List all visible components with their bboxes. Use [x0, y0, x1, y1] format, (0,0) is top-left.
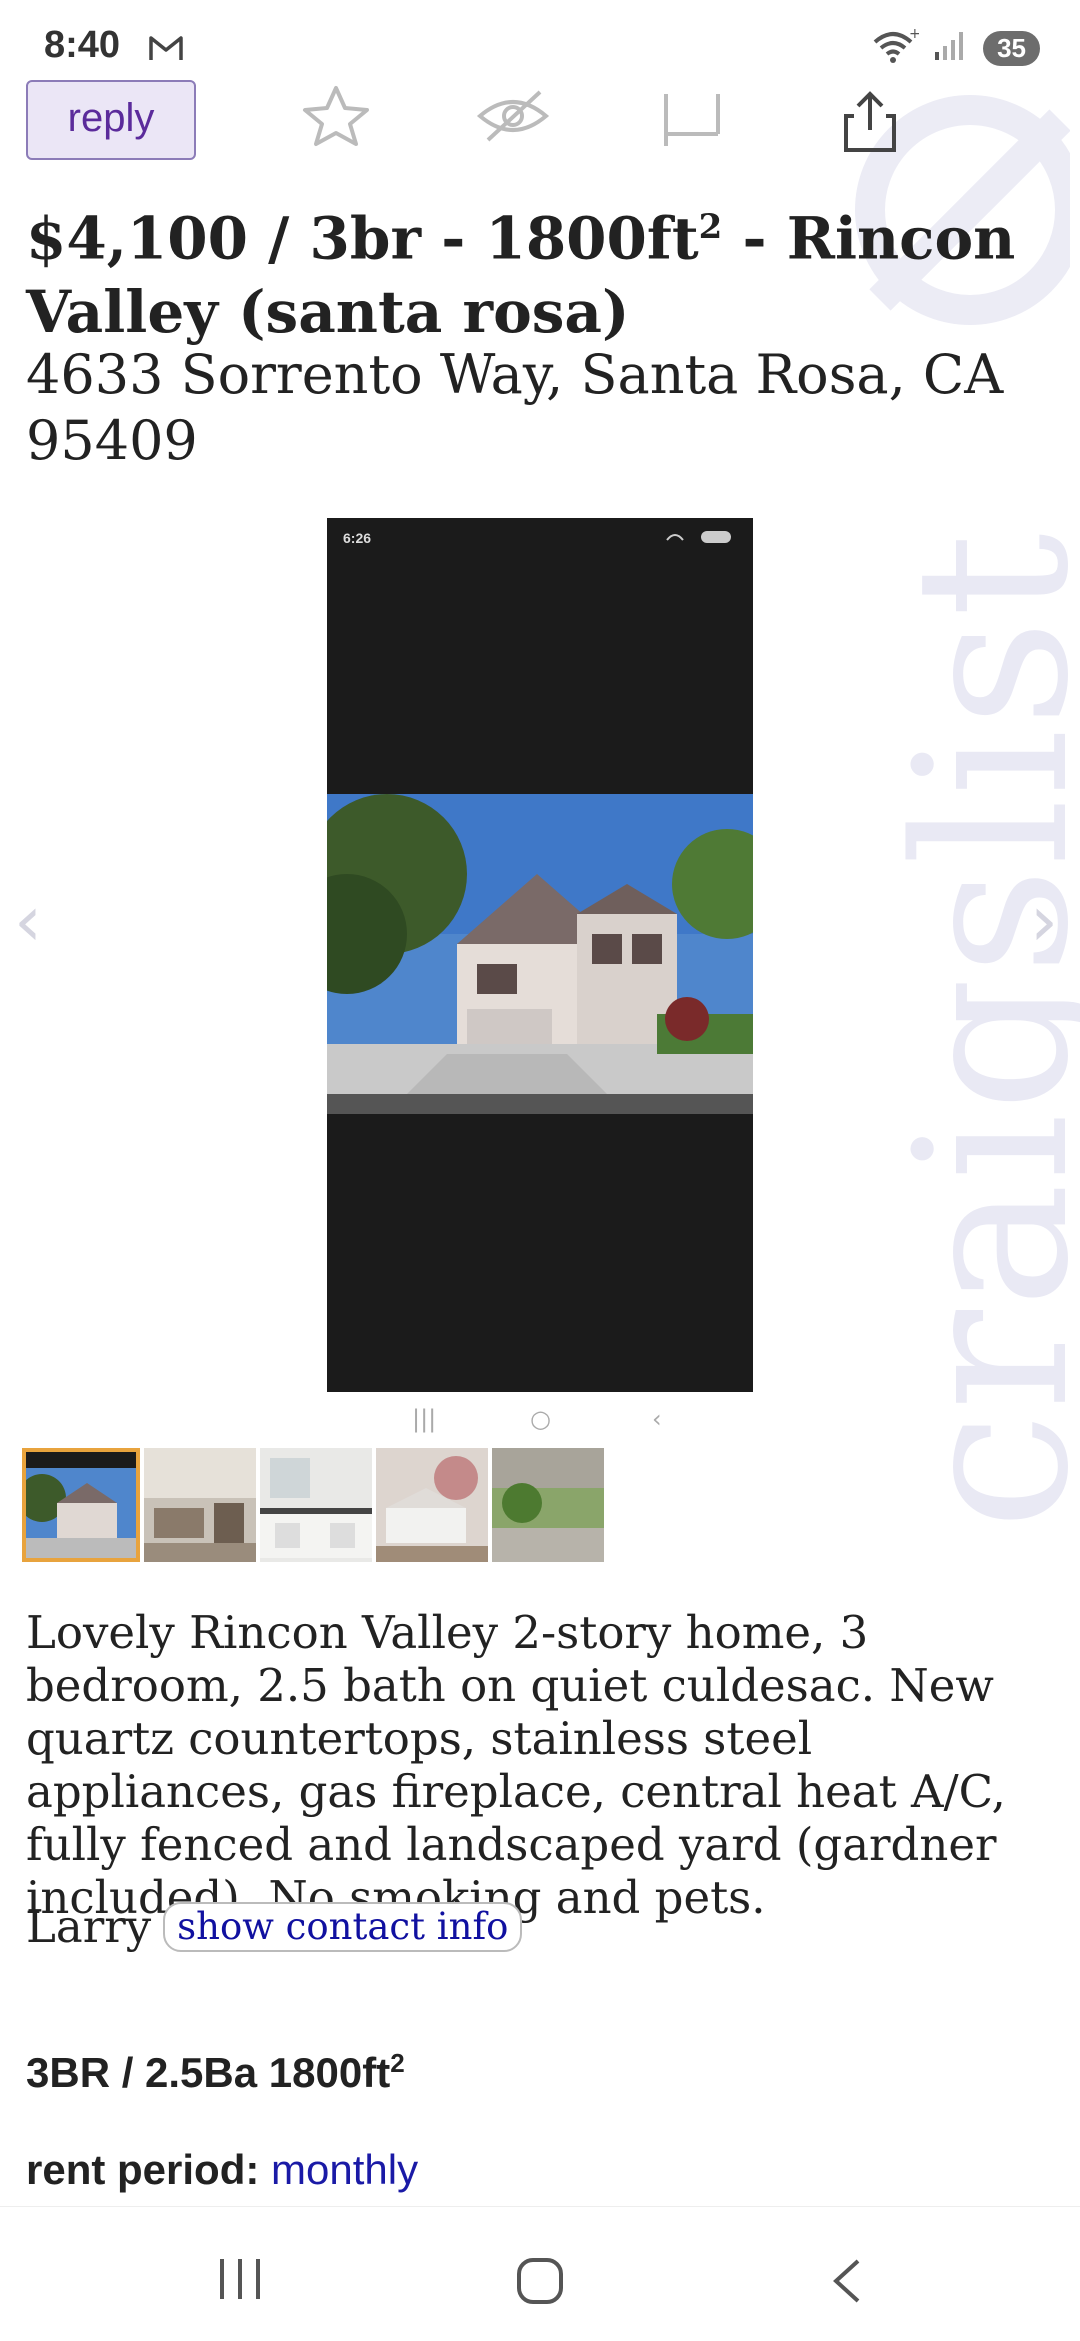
listing-title: $4,100 / 3br - 1800ft2 - Rincon Valley (…: [26, 190, 1046, 349]
share-icon[interactable]: [840, 90, 900, 158]
image-home-icon: ○: [530, 1405, 551, 1433]
title-sup: 2: [698, 207, 723, 247]
hide-icon[interactable]: [476, 86, 550, 150]
star-icon[interactable]: [300, 84, 372, 152]
flag-icon[interactable]: [660, 90, 724, 154]
previous-image-button[interactable]: ‹: [14, 880, 42, 962]
back-icon[interactable]: [826, 2257, 866, 2309]
next-image-button[interactable]: ›: [1030, 880, 1058, 962]
rent-period-label: rent period:: [26, 2146, 260, 2193]
listing-description: Lovely Rincon Valley 2-story home, 3 bed…: [26, 1606, 1006, 1924]
thumbnail[interactable]: [144, 1448, 256, 1562]
thumbnail-strip: [22, 1448, 604, 1562]
listing-address: 4633 Sorrento Way, Santa Rosa, CA 95409: [26, 343, 1004, 472]
attr-sup: 2: [390, 2048, 405, 2078]
contact-row: Larry show contact info: [26, 1900, 523, 1953]
main-listing-image[interactable]: 6:26: [327, 518, 753, 1392]
gmail-icon: [148, 34, 184, 66]
show-contact-info-button[interactable]: show contact info: [163, 1901, 523, 1952]
system-navigation-bar: [0, 2206, 1080, 2341]
thumbnail[interactable]: [22, 1448, 140, 1562]
image-back-icon: ‹: [652, 1405, 662, 1433]
image-status-time: 6:26: [343, 530, 372, 546]
battery-icon: 35: [983, 30, 1040, 66]
contact-name: Larry: [26, 1900, 152, 1953]
signal-icon: [933, 30, 969, 66]
recents-icon[interactable]: [216, 2257, 264, 2305]
svg-text:+: +: [909, 28, 919, 42]
house-photo: [327, 794, 753, 1114]
wifi-icon: +: [871, 26, 921, 68]
status-time: 8:40: [44, 24, 121, 66]
image-recents-icon: |||: [412, 1405, 437, 1433]
attr-main: 3BR / 2.5Ba 1800ft: [26, 2049, 391, 2096]
reply-button[interactable]: reply: [26, 80, 196, 160]
attr-rent-period: rent period: monthly: [26, 2146, 418, 2194]
thumbnail[interactable]: [492, 1448, 604, 1562]
home-icon[interactable]: [516, 2257, 564, 2309]
thumbnail[interactable]: [260, 1448, 372, 1562]
image-status-icons: [663, 530, 733, 548]
thumbnail[interactable]: [376, 1448, 488, 1562]
rent-period-value[interactable]: monthly: [271, 2146, 418, 2193]
title-main: $4,100 / 3br - 1800ft: [26, 204, 699, 273]
craigslist-watermark: craigslist: [870, 530, 1080, 1530]
attr-bedrooms-size: 3BR / 2.5Ba 1800ft2: [26, 2048, 405, 2097]
